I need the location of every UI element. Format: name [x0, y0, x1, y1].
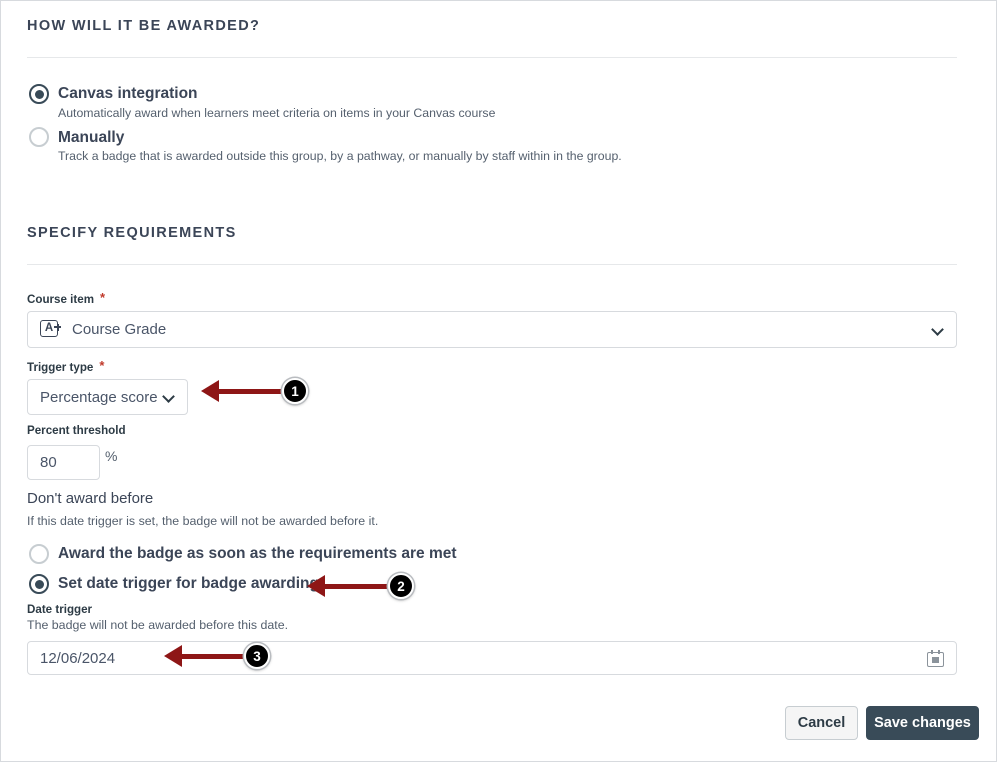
required-marker-trigger-type: * — [99, 358, 105, 373]
radio-award-immediately[interactable] — [29, 544, 49, 564]
percent-threshold-input[interactable]: 80 — [27, 445, 100, 480]
grade-a-plus-icon: A — [40, 320, 62, 339]
percent-suffix: % — [105, 448, 118, 464]
radio-desc-canvas-integration: Automatically award when learners meet c… — [58, 106, 496, 120]
help-dont-award-before: If this date trigger is set, the badge w… — [27, 514, 379, 528]
radio-manually[interactable] — [29, 127, 49, 147]
course-item-select[interactable]: A Course Grade — [27, 311, 957, 348]
chevron-down-icon-trigger-type[interactable] — [163, 391, 175, 403]
awarding-settings-card: HOW WILL IT BE AWARDED? Canvas integrati… — [0, 0, 997, 762]
label-trigger-type: Trigger type * — [27, 358, 104, 374]
label-percent-threshold: Percent threshold — [27, 424, 126, 437]
date-trigger-value: 12/06/2024 — [40, 649, 116, 667]
save-changes-button[interactable]: Save changes — [866, 706, 979, 740]
annotation-1-arrowhead — [201, 380, 219, 402]
radio-canvas-integration[interactable] — [29, 84, 49, 104]
label-course-item-text: Course item — [27, 293, 95, 306]
radio-label-set-date-trigger: Set date trigger for badge awarding — [58, 575, 319, 592]
radio-label-canvas-integration: Canvas integration — [58, 85, 198, 102]
radio-set-date-trigger[interactable] — [29, 574, 49, 594]
required-marker-course-item: * — [100, 290, 106, 305]
annotation-2-badge: 2 — [388, 573, 414, 599]
annotation-1-shaft — [219, 389, 287, 394]
radio-desc-manually: Track a badge that is awarded outside th… — [58, 149, 622, 163]
date-trigger-input[interactable]: 12/06/2024 — [27, 641, 957, 675]
calendar-icon[interactable] — [927, 649, 944, 667]
percent-threshold-value: 80 — [40, 454, 57, 471]
cancel-button[interactable]: Cancel — [785, 706, 858, 740]
section-heading-how-awarded: HOW WILL IT BE AWARDED? — [27, 18, 261, 34]
annotation-2-shaft — [325, 584, 393, 589]
label-date-trigger: Date trigger — [27, 603, 93, 616]
chevron-down-icon-course-item[interactable] — [932, 324, 944, 336]
heading-dont-award-before: Don't award before — [27, 490, 154, 507]
radio-label-award-immediately: Award the badge as soon as the requireme… — [58, 545, 457, 562]
label-course-item: Course item * — [27, 290, 105, 306]
divider-awarded — [27, 57, 957, 58]
trigger-type-select[interactable]: Percentage score — [27, 379, 188, 415]
trigger-type-value: Percentage score — [40, 388, 158, 406]
section-heading-specify-requirements: SPECIFY REQUIREMENTS — [27, 225, 237, 241]
help-date-trigger: The badge will not be awarded before thi… — [27, 618, 289, 632]
divider-requirements — [27, 264, 957, 265]
annotation-1-badge: 1 — [282, 378, 308, 404]
label-trigger-type-text: Trigger type — [27, 361, 94, 374]
course-item-value: Course Grade — [72, 321, 167, 338]
radio-label-manually: Manually — [58, 129, 125, 146]
